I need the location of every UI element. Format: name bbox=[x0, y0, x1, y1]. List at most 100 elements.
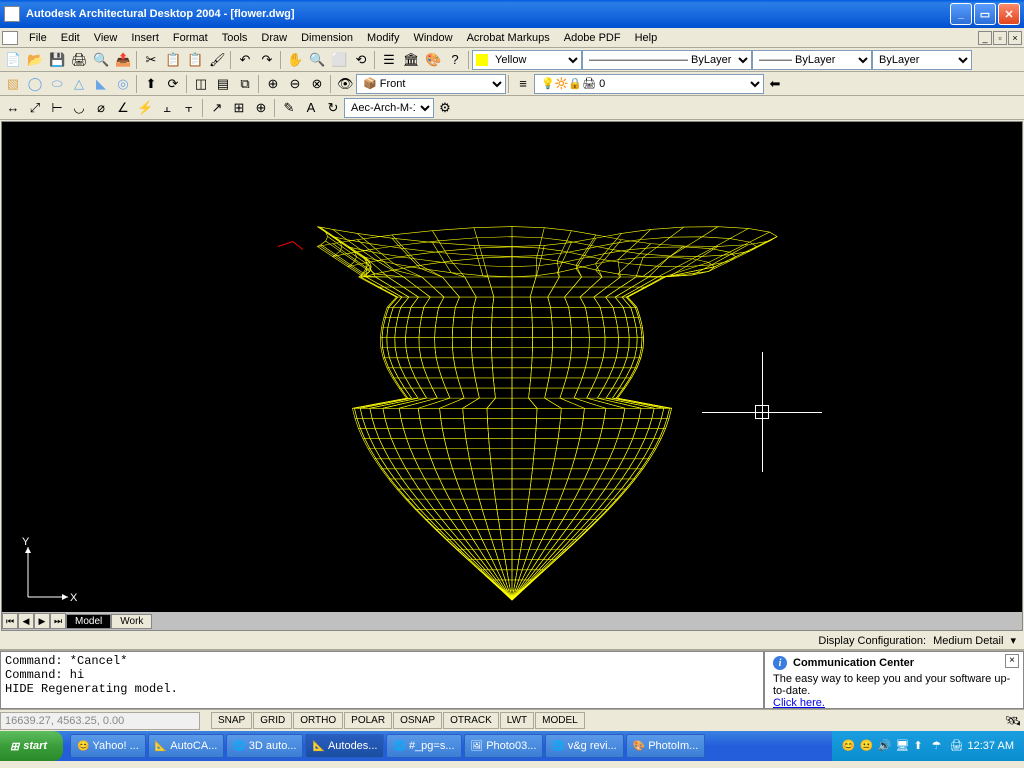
menu-dimension[interactable]: Dimension bbox=[294, 30, 360, 46]
dim-baseline-icon[interactable]: ⫠ bbox=[156, 98, 178, 118]
color-select[interactable]: Yellow bbox=[472, 50, 582, 70]
layer-select[interactable]: 💡🔆🔒🖨 0 bbox=[534, 74, 764, 94]
sphere-icon[interactable]: ◯ bbox=[24, 74, 46, 94]
publish-button[interactable]: 📤 bbox=[112, 50, 134, 70]
tray-clock[interactable]: 12:37 AM bbox=[968, 740, 1014, 752]
zoom-win-button[interactable]: ⬜ bbox=[328, 50, 350, 70]
menu-format[interactable]: Format bbox=[166, 30, 215, 46]
grid-toggle[interactable]: GRID bbox=[253, 712, 292, 729]
comm-close-button[interactable]: × bbox=[1005, 654, 1019, 668]
intersect-icon[interactable]: ⊗ bbox=[306, 74, 328, 94]
design-center-button[interactable]: 🏛 bbox=[400, 50, 422, 70]
subtract-icon[interactable]: ⊖ bbox=[284, 74, 306, 94]
tray-icon-7[interactable]: 🖨 bbox=[950, 739, 964, 753]
menu-edit[interactable]: Edit bbox=[54, 30, 87, 46]
menu-adobe-pdf[interactable]: Adobe PDF bbox=[557, 30, 628, 46]
otrack-toggle[interactable]: OTRACK bbox=[443, 712, 499, 729]
model-toggle[interactable]: MODEL bbox=[535, 712, 585, 729]
start-button[interactable]: ⊞ start bbox=[0, 731, 63, 761]
task-photo03[interactable]: 🖼 Photo03... bbox=[464, 734, 544, 758]
revolve-icon[interactable]: ⟳ bbox=[162, 74, 184, 94]
lwt-toggle[interactable]: LWT bbox=[500, 712, 534, 729]
tray-icon-2[interactable]: 😐 bbox=[860, 739, 874, 753]
display-config-value[interactable]: Medium Detail bbox=[929, 635, 1007, 647]
mdi-restore-button[interactable]: ▫ bbox=[993, 31, 1007, 45]
menu-insert[interactable]: Insert bbox=[124, 30, 166, 46]
dim-aligned-icon[interactable]: ⤢ bbox=[24, 98, 46, 118]
menu-help[interactable]: Help bbox=[628, 30, 665, 46]
dim-linear-icon[interactable]: ↔ bbox=[2, 98, 24, 118]
coordinates-display[interactable]: 16639.27, 4563.25, 0.00 bbox=[0, 712, 200, 730]
minimize-button[interactable]: _ bbox=[950, 3, 972, 25]
menu-view[interactable]: View bbox=[87, 30, 125, 46]
menu-draw[interactable]: Draw bbox=[254, 30, 294, 46]
dim-update-icon[interactable]: ↻ bbox=[322, 98, 344, 118]
menu-modify[interactable]: Modify bbox=[360, 30, 406, 46]
box-icon[interactable]: ▧ bbox=[2, 74, 24, 94]
close-button[interactable]: ✕ bbox=[998, 3, 1020, 25]
interfere-icon[interactable]: ⧉ bbox=[234, 74, 256, 94]
task-photoim[interactable]: 🎨 PhotoIm... bbox=[626, 734, 706, 758]
center-mark-icon[interactable]: ⊕ bbox=[250, 98, 272, 118]
union-icon[interactable]: ⊕ bbox=[262, 74, 284, 94]
task-yahoo[interactable]: 😊 Yahoo! ... bbox=[70, 734, 146, 758]
dim-edit-icon[interactable]: ✎ bbox=[278, 98, 300, 118]
open-button[interactable]: 📂 bbox=[24, 50, 46, 70]
leader-icon[interactable]: ↗ bbox=[206, 98, 228, 118]
section-icon[interactable]: ▤ bbox=[212, 74, 234, 94]
save-button[interactable]: 💾 bbox=[46, 50, 68, 70]
cylinder-icon[interactable]: ⬭ bbox=[46, 74, 68, 94]
plotstyle-select[interactable]: ByLayer bbox=[872, 50, 972, 70]
paste-button[interactable]: 📋 bbox=[184, 50, 206, 70]
dim-continue-icon[interactable]: ⫟ bbox=[178, 98, 200, 118]
copy-button[interactable]: 📋 bbox=[162, 50, 184, 70]
tolerance-icon[interactable]: ⊞ bbox=[228, 98, 250, 118]
menu-acrobat-markups[interactable]: Acrobat Markups bbox=[460, 30, 557, 46]
dim-diameter-icon[interactable]: ⌀ bbox=[90, 98, 112, 118]
tab-first-button[interactable]: ⏮ bbox=[2, 613, 18, 629]
mdi-minimize-button[interactable]: _ bbox=[978, 31, 992, 45]
layer-manager-icon[interactable]: ≡ bbox=[512, 74, 534, 94]
tray-icon-4[interactable]: 🖥 bbox=[896, 739, 910, 753]
preview-button[interactable]: 🔍 bbox=[90, 50, 112, 70]
extrude-icon[interactable]: ⬆ bbox=[140, 74, 162, 94]
properties-button[interactable]: ☰ bbox=[378, 50, 400, 70]
lineweight-select[interactable]: ——— ByLayer bbox=[752, 50, 872, 70]
mdi-close-button[interactable]: × bbox=[1008, 31, 1022, 45]
wedge-icon[interactable]: ◣ bbox=[90, 74, 112, 94]
cone-icon[interactable]: △ bbox=[68, 74, 90, 94]
named-views-icon[interactable]: 👁 bbox=[334, 74, 356, 94]
dimstyle-manager-icon[interactable]: ⚙ bbox=[434, 98, 456, 118]
dim-radius-icon[interactable]: ◡ bbox=[68, 98, 90, 118]
tray-icon-6[interactable]: ☂ bbox=[932, 739, 946, 753]
task-pg[interactable]: 🌐 #_pg=s... bbox=[386, 734, 461, 758]
task-autodesk[interactable]: 📐 Autodes... bbox=[305, 734, 384, 758]
print-button[interactable]: 🖨 bbox=[68, 50, 90, 70]
menu-file[interactable]: File bbox=[22, 30, 54, 46]
task-autocad[interactable]: 📐 AutoCA... bbox=[148, 734, 225, 758]
command-line[interactable]: Command: *Cancel* Command: hi HIDE Regen… bbox=[0, 651, 764, 709]
redo-button[interactable]: ↷ bbox=[256, 50, 278, 70]
snap-toggle[interactable]: SNAP bbox=[211, 712, 252, 729]
osnap-toggle[interactable]: OSNAP bbox=[393, 712, 442, 729]
tab-work[interactable]: Work bbox=[111, 614, 152, 629]
view-select[interactable]: 📦 Front bbox=[356, 74, 506, 94]
new-button[interactable]: 📄 bbox=[2, 50, 24, 70]
comm-center-tray-icon[interactable]: 🛰 bbox=[1002, 711, 1024, 731]
tab-last-button[interactable]: ⏭ bbox=[50, 613, 66, 629]
comm-link[interactable]: Click here. bbox=[773, 697, 825, 709]
ortho-toggle[interactable]: ORTHO bbox=[293, 712, 343, 729]
tool-palettes-button[interactable]: 🎨 bbox=[422, 50, 444, 70]
drawing-viewport[interactable]: X Y ⏮ ◀ ▶ ⏭ Model Work bbox=[1, 121, 1023, 631]
task-3d-auto[interactable]: 🌐 3D auto... bbox=[226, 734, 303, 758]
polar-toggle[interactable]: POLAR bbox=[344, 712, 392, 729]
tray-icon-1[interactable]: 😊 bbox=[842, 739, 856, 753]
tray-icon-5[interactable]: ⬆ bbox=[914, 739, 928, 753]
zoom-prev-button[interactable]: ⟲ bbox=[350, 50, 372, 70]
torus-icon[interactable]: ◎ bbox=[112, 74, 134, 94]
pan-button[interactable]: ✋ bbox=[284, 50, 306, 70]
dim-angular-icon[interactable]: ∠ bbox=[112, 98, 134, 118]
help-button[interactable]: ? bbox=[444, 50, 466, 70]
system-tray[interactable]: 😊 😐 🔊 🖥 ⬆ ☂ 🖨 12:37 AM bbox=[832, 731, 1024, 761]
menu-window[interactable]: Window bbox=[406, 30, 459, 46]
